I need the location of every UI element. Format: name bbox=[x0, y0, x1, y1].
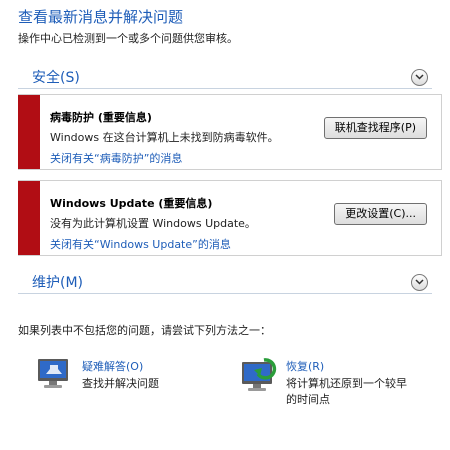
troubleshoot-icon bbox=[36, 356, 72, 394]
troubleshooting-link[interactable]: 疑难解答(O) bbox=[82, 358, 143, 374]
troubleshooting-item[interactable]: 疑难解答(O) 查找并解决问题 bbox=[36, 352, 216, 412]
maintenance-section-title[interactable]: 维护(M) bbox=[32, 272, 83, 292]
dismiss-message-link[interactable]: 关闭有关“病毒防护”的消息 bbox=[50, 150, 182, 166]
windows-update-message: Windows Update (重要信息) 没有为此计算机设置 Windows … bbox=[18, 180, 442, 256]
dismiss-message-link[interactable]: 关闭有关“Windows Update”的消息 bbox=[50, 236, 231, 252]
message-body: 没有为此计算机设置 Windows Update。 bbox=[50, 217, 256, 230]
find-program-online-button[interactable]: 联机查找程序(P) bbox=[323, 117, 427, 139]
message-title: Windows Update (重要信息) bbox=[50, 197, 213, 210]
recovery-icon bbox=[240, 356, 280, 398]
change-settings-button[interactable]: 更改设置(C)... bbox=[334, 203, 427, 225]
chevron-down-icon[interactable] bbox=[411, 273, 428, 291]
chevron-down-icon[interactable] bbox=[411, 68, 428, 86]
page-title: 查看最新消息并解决问题 bbox=[18, 8, 184, 26]
recovery-description: 将计算机还原到一个较早的时间点 bbox=[286, 377, 407, 406]
maintenance-section-header[interactable]: 维护(M) bbox=[18, 271, 432, 294]
security-section-title[interactable]: 安全(S) bbox=[32, 67, 80, 87]
message-body: Windows 在这台计算机上未找到防病毒软件。 bbox=[50, 131, 279, 144]
virus-protection-message: 病毒防护 (重要信息) Windows 在这台计算机上未找到防病毒软件。 关闭有… bbox=[18, 94, 442, 170]
alert-bar bbox=[18, 95, 40, 169]
page-description: 操作中心已检测到一个或多个问题供您审核。 bbox=[18, 32, 238, 45]
alert-bar bbox=[18, 181, 40, 255]
message-title: 病毒防护 (重要信息) bbox=[50, 111, 152, 124]
alternative-methods-hint: 如果列表中不包括您的问题，请尝试下列方法之一： bbox=[18, 324, 271, 337]
security-section-header[interactable]: 安全(S) bbox=[18, 66, 432, 89]
recovery-link[interactable]: 恢复(R) bbox=[286, 358, 324, 374]
recovery-item[interactable]: 恢复(R) 将计算机还原到一个较早的时间点 bbox=[240, 352, 430, 412]
troubleshooting-description: 查找并解决问题 bbox=[82, 377, 159, 390]
